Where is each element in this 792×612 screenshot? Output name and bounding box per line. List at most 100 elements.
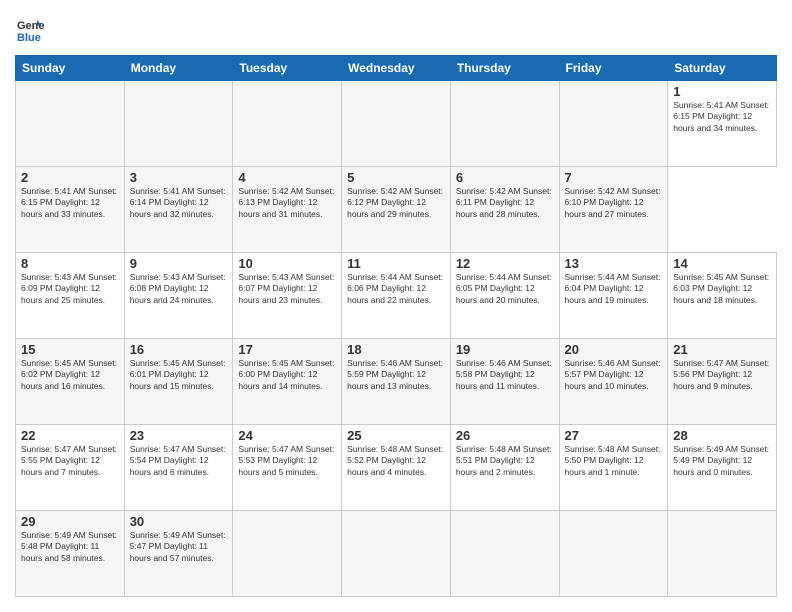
- calendar-table: SundayMondayTuesdayWednesdayThursdayFrid…: [15, 55, 777, 597]
- cell-2-0: 8Sunrise: 5:43 AM Sunset: 6:09 PM Daylig…: [16, 253, 125, 339]
- day-info: Sunrise: 5:48 AM Sunset: 5:51 PM Dayligh…: [456, 444, 554, 478]
- logo: General Blue: [15, 15, 49, 45]
- day-number: 16: [130, 342, 228, 357]
- cell-0-2: [233, 81, 342, 167]
- calendar-body: 1Sunrise: 5:41 AM Sunset: 6:15 PM Daylig…: [16, 81, 777, 597]
- cell-3-1: 16Sunrise: 5:45 AM Sunset: 6:01 PM Dayli…: [124, 339, 233, 425]
- cell-5-5: [559, 511, 668, 597]
- page: General Blue SundayMondayTuesdayWednesda…: [0, 0, 792, 612]
- cell-4-6: 28Sunrise: 5:49 AM Sunset: 5:49 PM Dayli…: [668, 425, 777, 511]
- cell-2-1: 9Sunrise: 5:43 AM Sunset: 6:08 PM Daylig…: [124, 253, 233, 339]
- day-number: 4: [238, 170, 336, 185]
- calendar-header-row: SundayMondayTuesdayWednesdayThursdayFrid…: [16, 56, 777, 81]
- day-info: Sunrise: 5:48 AM Sunset: 5:52 PM Dayligh…: [347, 444, 445, 478]
- cell-2-5: 13Sunrise: 5:44 AM Sunset: 6:04 PM Dayli…: [559, 253, 668, 339]
- col-header-tuesday: Tuesday: [233, 56, 342, 81]
- cell-4-2: 24Sunrise: 5:47 AM Sunset: 5:53 PM Dayli…: [233, 425, 342, 511]
- day-number: 29: [21, 514, 119, 529]
- day-number: 26: [456, 428, 554, 443]
- svg-text:Blue: Blue: [17, 32, 41, 44]
- cell-0-6: 1Sunrise: 5:41 AM Sunset: 6:15 PM Daylig…: [668, 81, 777, 167]
- day-info: Sunrise: 5:43 AM Sunset: 6:08 PM Dayligh…: [130, 272, 228, 306]
- day-info: Sunrise: 5:45 AM Sunset: 6:01 PM Dayligh…: [130, 358, 228, 392]
- day-number: 17: [238, 342, 336, 357]
- day-number: 9: [130, 256, 228, 271]
- cell-2-2: 10Sunrise: 5:43 AM Sunset: 6:07 PM Dayli…: [233, 253, 342, 339]
- day-number: 25: [347, 428, 445, 443]
- day-info: Sunrise: 5:46 AM Sunset: 5:57 PM Dayligh…: [565, 358, 663, 392]
- cell-2-4: 12Sunrise: 5:44 AM Sunset: 6:05 PM Dayli…: [450, 253, 559, 339]
- day-number: 20: [565, 342, 663, 357]
- cell-4-1: 23Sunrise: 5:47 AM Sunset: 5:54 PM Dayli…: [124, 425, 233, 511]
- week-row-0: 1Sunrise: 5:41 AM Sunset: 6:15 PM Daylig…: [16, 81, 777, 167]
- day-number: 6: [456, 170, 554, 185]
- cell-1-0: 2Sunrise: 5:41 AM Sunset: 6:15 PM Daylig…: [16, 167, 125, 253]
- day-info: Sunrise: 5:42 AM Sunset: 6:13 PM Dayligh…: [238, 186, 336, 220]
- day-info: Sunrise: 5:46 AM Sunset: 5:59 PM Dayligh…: [347, 358, 445, 392]
- day-info: Sunrise: 5:44 AM Sunset: 6:04 PM Dayligh…: [565, 272, 663, 306]
- day-info: Sunrise: 5:45 AM Sunset: 6:00 PM Dayligh…: [238, 358, 336, 392]
- col-header-monday: Monday: [124, 56, 233, 81]
- day-info: Sunrise: 5:42 AM Sunset: 6:11 PM Dayligh…: [456, 186, 554, 220]
- cell-4-0: 22Sunrise: 5:47 AM Sunset: 5:55 PM Dayli…: [16, 425, 125, 511]
- day-number: 8: [21, 256, 119, 271]
- day-number: 5: [347, 170, 445, 185]
- cell-1-4: 6Sunrise: 5:42 AM Sunset: 6:11 PM Daylig…: [450, 167, 559, 253]
- cell-4-5: 27Sunrise: 5:48 AM Sunset: 5:50 PM Dayli…: [559, 425, 668, 511]
- cell-2-3: 11Sunrise: 5:44 AM Sunset: 6:06 PM Dayli…: [342, 253, 451, 339]
- day-number: 30: [130, 514, 228, 529]
- cell-3-2: 17Sunrise: 5:45 AM Sunset: 6:00 PM Dayli…: [233, 339, 342, 425]
- day-number: 28: [673, 428, 771, 443]
- cell-4-3: 25Sunrise: 5:48 AM Sunset: 5:52 PM Dayli…: [342, 425, 451, 511]
- cell-3-0: 15Sunrise: 5:45 AM Sunset: 6:02 PM Dayli…: [16, 339, 125, 425]
- day-number: 11: [347, 256, 445, 271]
- week-row-3: 15Sunrise: 5:45 AM Sunset: 6:02 PM Dayli…: [16, 339, 777, 425]
- header: General Blue: [15, 15, 777, 45]
- cell-3-4: 19Sunrise: 5:46 AM Sunset: 5:58 PM Dayli…: [450, 339, 559, 425]
- cell-3-6: 21Sunrise: 5:47 AM Sunset: 5:56 PM Dayli…: [668, 339, 777, 425]
- cell-5-3: [342, 511, 451, 597]
- week-row-5: 29Sunrise: 5:49 AM Sunset: 5:48 PM Dayli…: [16, 511, 777, 597]
- col-header-sunday: Sunday: [16, 56, 125, 81]
- cell-1-2: 4Sunrise: 5:42 AM Sunset: 6:13 PM Daylig…: [233, 167, 342, 253]
- day-info: Sunrise: 5:42 AM Sunset: 6:12 PM Dayligh…: [347, 186, 445, 220]
- day-info: Sunrise: 5:41 AM Sunset: 6:15 PM Dayligh…: [673, 100, 771, 134]
- cell-0-4: [450, 81, 559, 167]
- week-row-2: 8Sunrise: 5:43 AM Sunset: 6:09 PM Daylig…: [16, 253, 777, 339]
- day-number: 1: [673, 84, 771, 99]
- week-row-1: 2Sunrise: 5:41 AM Sunset: 6:15 PM Daylig…: [16, 167, 777, 253]
- day-number: 12: [456, 256, 554, 271]
- day-number: 18: [347, 342, 445, 357]
- day-info: Sunrise: 5:44 AM Sunset: 6:05 PM Dayligh…: [456, 272, 554, 306]
- day-info: Sunrise: 5:47 AM Sunset: 5:56 PM Dayligh…: [673, 358, 771, 392]
- day-number: 2: [21, 170, 119, 185]
- day-info: Sunrise: 5:45 AM Sunset: 6:02 PM Dayligh…: [21, 358, 119, 392]
- cell-4-4: 26Sunrise: 5:48 AM Sunset: 5:51 PM Dayli…: [450, 425, 559, 511]
- day-number: 15: [21, 342, 119, 357]
- day-number: 23: [130, 428, 228, 443]
- day-info: Sunrise: 5:49 AM Sunset: 5:48 PM Dayligh…: [21, 530, 119, 564]
- cell-0-1: [124, 81, 233, 167]
- day-info: Sunrise: 5:47 AM Sunset: 5:55 PM Dayligh…: [21, 444, 119, 478]
- day-info: Sunrise: 5:47 AM Sunset: 5:54 PM Dayligh…: [130, 444, 228, 478]
- day-info: Sunrise: 5:41 AM Sunset: 6:15 PM Dayligh…: [21, 186, 119, 220]
- day-number: 22: [21, 428, 119, 443]
- day-number: 10: [238, 256, 336, 271]
- cell-5-2: [233, 511, 342, 597]
- col-header-friday: Friday: [559, 56, 668, 81]
- week-row-4: 22Sunrise: 5:47 AM Sunset: 5:55 PM Dayli…: [16, 425, 777, 511]
- day-number: 21: [673, 342, 771, 357]
- col-header-thursday: Thursday: [450, 56, 559, 81]
- day-info: Sunrise: 5:43 AM Sunset: 6:07 PM Dayligh…: [238, 272, 336, 306]
- cell-0-3: [342, 81, 451, 167]
- cell-5-1: 30Sunrise: 5:49 AM Sunset: 5:47 PM Dayli…: [124, 511, 233, 597]
- day-info: Sunrise: 5:47 AM Sunset: 5:53 PM Dayligh…: [238, 444, 336, 478]
- logo-icon: General Blue: [15, 15, 45, 45]
- cell-0-0: [16, 81, 125, 167]
- cell-1-3: 5Sunrise: 5:42 AM Sunset: 6:12 PM Daylig…: [342, 167, 451, 253]
- day-info: Sunrise: 5:44 AM Sunset: 6:06 PM Dayligh…: [347, 272, 445, 306]
- cell-1-5: 7Sunrise: 5:42 AM Sunset: 6:10 PM Daylig…: [559, 167, 668, 253]
- day-number: 14: [673, 256, 771, 271]
- day-number: 3: [130, 170, 228, 185]
- cell-3-3: 18Sunrise: 5:46 AM Sunset: 5:59 PM Dayli…: [342, 339, 451, 425]
